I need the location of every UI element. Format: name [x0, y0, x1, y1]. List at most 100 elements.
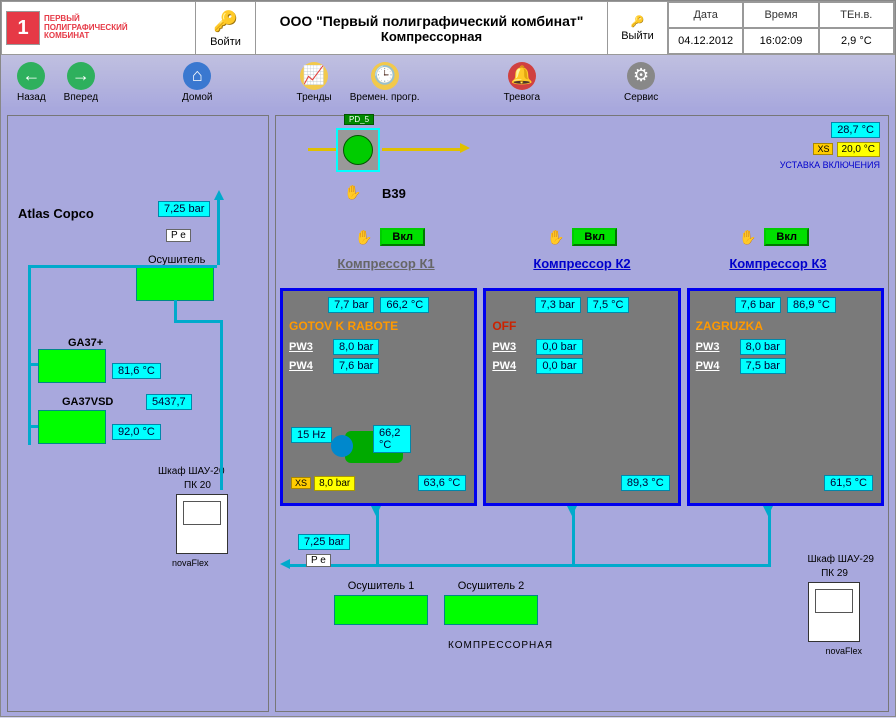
dryer-indicator[interactable] — [136, 267, 214, 301]
datetime-panel: Дата Время ТЕн.в. 04.12.2012 16:02:09 2,… — [668, 2, 894, 54]
date-header: Дата — [668, 2, 743, 28]
temp-header: ТЕн.в. — [819, 2, 894, 28]
pe-sensor-label: P e — [166, 229, 191, 242]
pe-sensor2-label: P e — [306, 554, 331, 567]
hand-icon: ✋ — [547, 229, 564, 246]
k1-hz: 15 Hz — [291, 427, 332, 443]
time-prog-button[interactable]: 🕒Времен. прогр. — [344, 60, 426, 105]
left-panel: Atlas Copco 7,25 bar P e Осушитель GA37+… — [7, 115, 269, 712]
k1-motor-temp: 66,2 °C — [373, 425, 411, 453]
ga37-indicator[interactable] — [38, 349, 106, 383]
k3-pressure: 7,6 bar — [735, 297, 781, 313]
setpoint-label: УСТАВКА ВКЛЮЧЕНИЯ — [780, 160, 880, 170]
k2-pw4: 0,0 bar — [536, 358, 582, 374]
k1-pw3: 8,0 bar — [333, 339, 379, 355]
trends-button[interactable]: 📈Тренды — [291, 60, 338, 105]
chart-icon: 📈 — [300, 62, 328, 90]
cabinet20-label: Шкаф ШАУ-20 — [158, 466, 225, 477]
alarm-icon: 🔔 — [508, 62, 536, 90]
gear-icon: ⚙ — [627, 62, 655, 90]
k2-temp: 7,5 °C — [587, 297, 630, 313]
compressor-k3-box: 7,6 bar 86,9 °C ZAGRUZKA PW38,0 bar PW47… — [687, 288, 884, 506]
valve-b39[interactable]: PD_5 — [336, 128, 380, 172]
manifold-pressure-value: 7,25 bar — [298, 534, 350, 550]
k2-on-button[interactable]: Вкл — [572, 228, 617, 246]
page-title: ООО "Первый полиграфический комбинат" Ко… — [256, 2, 608, 54]
xs-badge: XS — [291, 477, 311, 489]
cabinet29-box[interactable] — [808, 582, 860, 642]
room-label: КОМПРЕССОРНАЯ — [448, 640, 553, 651]
forward-button[interactable]: →Вперед — [58, 60, 104, 105]
hand-icon: ✋ — [355, 229, 372, 246]
time-value: 16:02:09 — [743, 28, 818, 54]
login-button[interactable]: 🔑 Войти — [196, 2, 256, 54]
service-button[interactable]: ⚙Сервис — [618, 60, 664, 105]
dryer2: Осушитель 2 — [444, 580, 538, 625]
compressor-k2-link[interactable]: Компрессор К2 — [533, 256, 630, 271]
k3-pw3: 8,0 bar — [740, 339, 786, 355]
cabinet29-pk-label: ПК 29 — [821, 568, 848, 579]
k3-temp: 86,9 °C — [787, 297, 836, 313]
k1-pw4: 7,6 bar — [333, 358, 379, 374]
k1-bottom-temp: 63,6 °C — [418, 475, 467, 491]
k3-status: ZAGRUZKA — [696, 319, 875, 333]
valve-label: B39 — [382, 186, 406, 201]
hand-stop-icon: ✋ — [344, 184, 361, 201]
room-temp-value: 28,7 °C — [831, 122, 880, 138]
k3-on-button[interactable]: Вкл — [764, 228, 809, 246]
pd-tag: PD_5 — [344, 114, 374, 125]
setpoint-value[interactable]: 20,0 °C — [837, 142, 880, 157]
compressor-k1-box: 7,7 bar 66,2 °C GOTOV K RABOTE PW38,0 ba… — [280, 288, 477, 506]
cabinet29-label: Шкаф ШАУ-29 — [807, 554, 874, 565]
k1-on-button[interactable]: Вкл — [380, 228, 425, 246]
vendor-label: Atlas Copco — [18, 206, 94, 221]
k1-xs-bar[interactable]: 8,0 bar — [314, 476, 355, 491]
dryer1-label: Осушитель 1 — [348, 580, 415, 592]
key-icon: 🔑 — [213, 9, 238, 34]
k1-status: GOTOV K RABOTE — [289, 319, 468, 333]
dryer2-label: Осушитель 2 — [458, 580, 525, 592]
system-pressure-value: 7,25 bar — [158, 201, 210, 217]
arrow-left-icon: ← — [17, 62, 45, 90]
k1-temp: 66,2 °C — [380, 297, 429, 313]
k1-pressure: 7,7 bar — [328, 297, 374, 313]
exit-button[interactable]: 🔑 Выйти — [608, 2, 668, 54]
date-value: 04.12.2012 — [668, 28, 743, 54]
cabinet20-box[interactable] — [176, 494, 228, 554]
alarm-button[interactable]: 🔔Тревога — [498, 60, 546, 105]
k2-status: OFF — [492, 319, 671, 333]
novaflex20-label: novaFlex — [172, 558, 209, 568]
compressor-k3-link[interactable]: Компрессор К3 — [729, 256, 826, 271]
back-button[interactable]: ←Назад — [11, 60, 52, 105]
novaflex29-label: novaFlex — [825, 646, 862, 656]
arrow-right-icon: → — [67, 62, 95, 90]
hand-icon: ✋ — [739, 229, 756, 246]
ga37vsd-indicator[interactable] — [38, 410, 106, 444]
home-icon: ⌂ — [183, 62, 211, 90]
k2-pressure: 7,3 bar — [535, 297, 581, 313]
ga37vsd-hours-value: 5437,7 — [146, 394, 192, 410]
ga37-label: GA37+ — [68, 337, 103, 349]
home-button[interactable]: ⌂Домой — [176, 60, 218, 105]
setpoint-row: XS 20,0 °C — [813, 142, 880, 157]
k3-bottom-temp: 61,5 °C — [824, 475, 873, 491]
exit-key-icon: 🔑 — [631, 15, 645, 28]
right-panel: 28,7 °C XS 20,0 °C УСТАВКА ВКЛЮЧЕНИЯ PD_… — [275, 115, 889, 712]
cabinet20-pk-label: ПК 20 — [184, 480, 211, 491]
k3-pw4: 7,5 bar — [740, 358, 786, 374]
compressor-k2-box: 7,3 bar 7,5 °C OFF PW30,0 bar PW40,0 bar… — [483, 288, 680, 506]
dryer1-indicator[interactable] — [334, 595, 428, 625]
logo: 1 ПЕРВЫЙ ПОЛИГРАФИЧЕСКИЙ КОМБИНАТ — [2, 2, 196, 54]
k2-pw3: 0,0 bar — [536, 339, 582, 355]
dryer1: Осушитель 1 — [334, 580, 428, 625]
outside-temp-value: 2,9 °C — [819, 28, 894, 54]
xs-badge: XS — [813, 143, 833, 155]
ga37vsd-label: GA37VSD — [62, 396, 113, 408]
compressor-k1-link[interactable]: Компрессор К1 — [337, 256, 434, 271]
ga37-temp-value: 81,6 °C — [112, 363, 161, 379]
k2-bottom-temp: 89,3 °C — [621, 475, 670, 491]
clock-icon: 🕒 — [371, 62, 399, 90]
ga37vsd-temp-value: 92,0 °C — [112, 424, 161, 440]
motor-icon: 66,2 °C — [327, 427, 411, 467]
dryer2-indicator[interactable] — [444, 595, 538, 625]
